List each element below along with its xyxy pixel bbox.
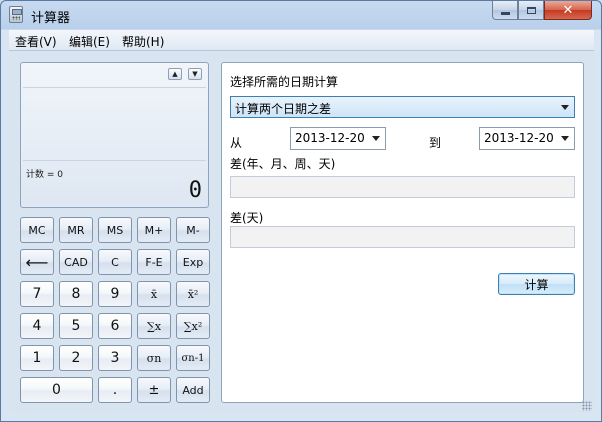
key-mr[interactable]: MR <box>59 217 93 243</box>
select-calculation-label: 选择所需的日期计算 <box>230 75 339 89</box>
chevron-down-icon <box>561 105 569 110</box>
menu-edit[interactable]: 编辑(E) <box>69 33 110 50</box>
calculate-button[interactable]: 计算 <box>498 273 575 295</box>
minimize-button[interactable] <box>492 1 518 20</box>
date-calculation-panel: 选择所需的日期计算 计算两个日期之差 从 2013-12-20 到 2013-1… <box>221 62 584 403</box>
maximize-button[interactable] <box>518 1 544 20</box>
client-area: ▲ ▼ 计数 = 0 0 MC MR MS M+ M- ⟵ CAD C F-E … <box>9 51 594 413</box>
menu-bar: 查看(V) 编辑(E) 帮助(H) <box>9 30 594 51</box>
key-decimal[interactable]: . <box>98 377 132 403</box>
chevron-down-icon <box>372 136 380 141</box>
key-ms[interactable]: MS <box>98 217 132 243</box>
key-3[interactable]: 3 <box>98 345 132 371</box>
title-bar[interactable]: 计算器 ✕ <box>1 1 601 29</box>
key-exp[interactable]: Exp <box>176 249 210 275</box>
key-m-minus[interactable]: M- <box>176 217 210 243</box>
from-date-picker[interactable]: 2013-12-20 <box>290 127 386 150</box>
key-8[interactable]: 8 <box>59 281 93 307</box>
difference-days-field <box>230 226 575 248</box>
key-7[interactable]: 7 <box>20 281 54 307</box>
calculator-display: ▲ ▼ 计数 = 0 0 <box>20 62 209 208</box>
difference-ymwd-label: 差(年、月、周、天) <box>230 157 336 171</box>
key-5[interactable]: 5 <box>59 313 93 339</box>
key-mean[interactable]: x̄ <box>137 281 171 307</box>
from-label: 从 <box>230 136 243 150</box>
display-value: 0 <box>188 178 202 203</box>
key-mean-squares[interactable]: x̄² <box>176 281 210 307</box>
key-9[interactable]: 9 <box>98 281 132 307</box>
key-backspace[interactable]: ⟵ <box>20 249 54 275</box>
to-date-picker[interactable]: 2013-12-20 <box>479 127 575 150</box>
key-plus-minus[interactable]: ± <box>137 377 171 403</box>
history-scroll-down-icon[interactable]: ▼ <box>188 68 202 80</box>
menu-help[interactable]: 帮助(H) <box>122 33 164 50</box>
maximize-icon <box>526 6 536 14</box>
calculation-mode-value: 计算两个日期之差 <box>235 102 332 116</box>
from-date-value: 2013-12-20 <box>295 131 365 145</box>
key-sample-std-dev[interactable]: σn-1 <box>176 345 210 371</box>
key-add[interactable]: Add <box>176 377 210 403</box>
key-1[interactable]: 1 <box>20 345 54 371</box>
history-scroll-up-icon[interactable]: ▲ <box>168 68 182 80</box>
close-icon: ✕ <box>562 2 574 18</box>
history-area <box>23 87 206 161</box>
key-std-dev[interactable]: σn <box>137 345 171 371</box>
to-date-value: 2013-12-20 <box>484 131 554 145</box>
to-label: 到 <box>429 136 442 150</box>
calculator-app-icon <box>9 6 23 23</box>
key-2[interactable]: 2 <box>59 345 93 371</box>
difference-days-label: 差(天) <box>230 211 264 225</box>
key-4[interactable]: 4 <box>20 313 54 339</box>
key-m-plus[interactable]: M+ <box>137 217 171 243</box>
key-0[interactable]: 0 <box>20 377 93 403</box>
chevron-down-icon <box>561 136 569 141</box>
key-cad[interactable]: CAD <box>59 249 93 275</box>
resize-grip[interactable] <box>582 401 592 411</box>
minimize-icon <box>500 11 510 15</box>
calculator-window: 计算器 ✕ 查看(V) 编辑(E) 帮助(H) ▲ ▼ 计数 = 0 0 MC … <box>0 0 602 422</box>
key-6[interactable]: 6 <box>98 313 132 339</box>
calculation-mode-select[interactable]: 计算两个日期之差 <box>230 96 575 118</box>
close-button[interactable]: ✕ <box>544 1 592 20</box>
window-title: 计算器 <box>31 11 71 26</box>
key-sum-squares[interactable]: ∑x² <box>176 313 210 339</box>
key-mc[interactable]: MC <box>20 217 54 243</box>
statistics-count: 计数 = 0 <box>26 170 63 180</box>
key-sum[interactable]: ∑x <box>137 313 171 339</box>
key-clear[interactable]: C <box>98 249 132 275</box>
key-f-e[interactable]: F-E <box>137 249 171 275</box>
menu-view[interactable]: 查看(V) <box>15 33 57 50</box>
difference-ymwd-field <box>230 176 575 198</box>
